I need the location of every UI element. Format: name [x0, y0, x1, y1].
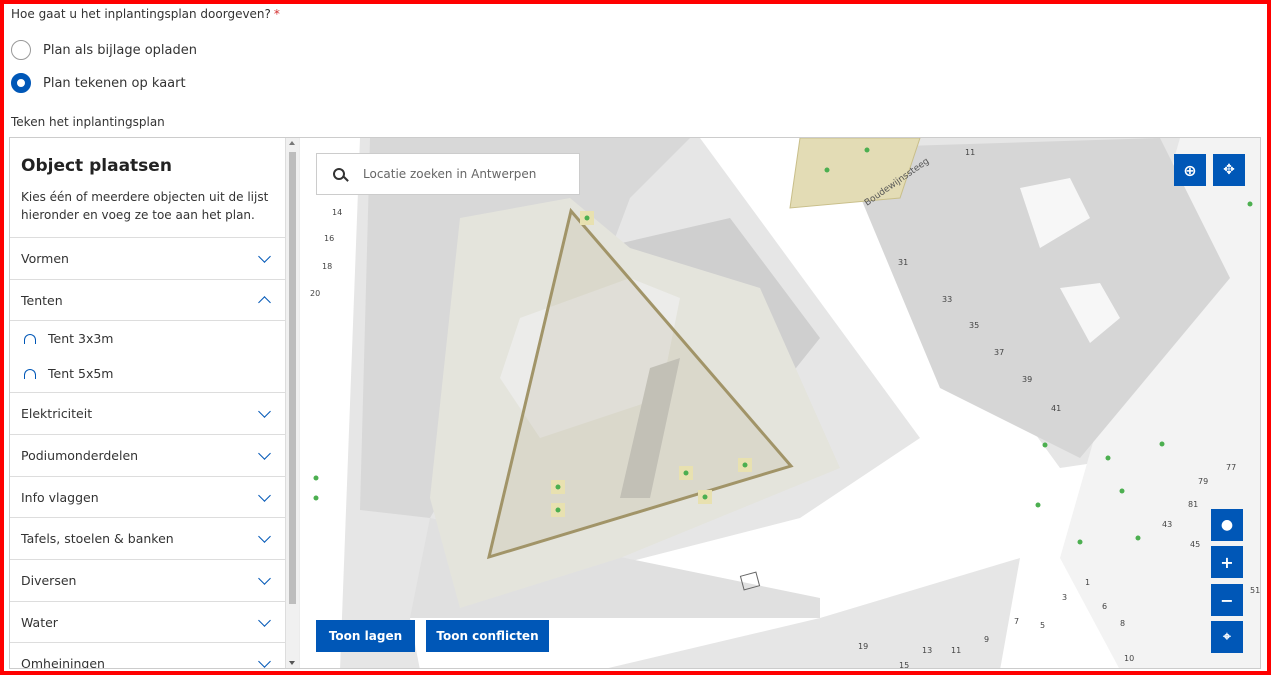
svg-text:6: 6 [1102, 602, 1107, 611]
svg-text:11: 11 [965, 148, 975, 157]
question-label: Hoe gaat u het inplantingsplan doorgeven… [11, 7, 280, 21]
draw-label: Teken het inplantingsplan [11, 115, 165, 129]
chevron-down-icon [258, 613, 271, 627]
fullscreen-icon[interactable]: ✥ [1213, 154, 1245, 186]
svg-text:15: 15 [899, 661, 909, 669]
tent-5x5-item[interactable]: Tent 5x5m [24, 366, 113, 381]
search-icon [333, 168, 345, 180]
globe-icon[interactable]: ● [1211, 509, 1243, 541]
category-info-vlaggen[interactable]: Info vlaggen [10, 476, 285, 517]
chevron-down-icon [258, 404, 271, 418]
category-label: Vormen [21, 250, 69, 266]
chevron-down-icon [258, 446, 271, 460]
svg-text:18: 18 [322, 262, 332, 271]
chevron-down-icon [258, 571, 271, 585]
show-conflicts-button[interactable]: Toon conflicten [426, 620, 549, 652]
svg-text:51: 51 [1250, 586, 1260, 595]
svg-text:11: 11 [951, 646, 961, 655]
scroll-thumb[interactable] [289, 152, 296, 604]
svg-text:33: 33 [942, 295, 952, 304]
svg-text:79: 79 [1198, 477, 1208, 486]
svg-text:16: 16 [324, 234, 334, 243]
chevron-down-icon [258, 529, 271, 543]
category-water[interactable]: Water [10, 601, 285, 642]
map-editor: Object plaatsen Kies één of meerdere obj… [9, 137, 1261, 669]
svg-text:10: 10 [1124, 654, 1134, 663]
location-search[interactable]: Locatie zoeken in Antwerpen [316, 153, 580, 195]
svg-text:19: 19 [858, 642, 868, 651]
minus-icon[interactable]: − [1211, 584, 1243, 616]
svg-text:5: 5 [1040, 621, 1045, 630]
chevron-down-icon [258, 249, 271, 263]
plus-icon[interactable]: + [1211, 546, 1243, 578]
category-label: Tenten [21, 292, 63, 308]
svg-text:1: 1 [1085, 578, 1090, 587]
chevron-down-icon [258, 654, 271, 668]
required-mark: * [273, 7, 280, 21]
svg-text:20: 20 [310, 289, 320, 298]
panel-scrollbar[interactable] [286, 138, 299, 668]
chevron-down-icon [258, 488, 271, 502]
tent-3x3-item[interactable]: Tent 3x3m [24, 331, 113, 346]
svg-text:39: 39 [1022, 375, 1032, 384]
category-elektriciteit[interactable]: Elektriciteit [10, 392, 285, 433]
radio-draw[interactable] [11, 73, 31, 93]
object-panel: Object plaatsen Kies één of meerdere obj… [10, 138, 286, 668]
option-draw[interactable]: Plan tekenen op kaart [11, 73, 186, 93]
category-omheiningen[interactable]: Omheiningen [10, 642, 285, 668]
panel-intro: Kies één of meerdere objecten uit de lij… [21, 190, 269, 222]
svg-text:9: 9 [984, 635, 989, 644]
radio-upload[interactable] [11, 40, 31, 60]
svg-text:14: 14 [332, 208, 342, 217]
tent-icon [24, 333, 36, 344]
svg-text:81: 81 [1188, 500, 1198, 509]
category-vormen[interactable]: Vormen [10, 237, 285, 278]
search-placeholder: Locatie zoeken in Antwerpen [363, 167, 537, 181]
svg-text:8: 8 [1120, 619, 1125, 628]
option-upload[interactable]: Plan als bijlage opladen [11, 40, 197, 60]
svg-text:3: 3 [1062, 593, 1067, 602]
scroll-up-icon[interactable] [289, 141, 295, 145]
svg-text:13: 13 [922, 646, 932, 655]
category-tafels[interactable]: Tafels, stoelen & banken [10, 517, 285, 558]
svg-text:35: 35 [969, 321, 979, 330]
svg-text:43: 43 [1162, 520, 1172, 529]
svg-text:77: 77 [1226, 463, 1236, 472]
locate-icon[interactable]: ⌖ [1211, 621, 1243, 653]
scroll-down-icon[interactable] [289, 661, 295, 665]
category-podiumonderdelen[interactable]: Podiumonderdelen [10, 434, 285, 475]
show-layers-button[interactable]: Toon lagen [316, 620, 415, 652]
chevron-up-icon [258, 295, 271, 309]
svg-text:31: 31 [898, 258, 908, 267]
svg-text:7: 7 [1014, 617, 1019, 626]
svg-text:37: 37 [994, 348, 1004, 357]
svg-text:41: 41 [1051, 404, 1061, 413]
panel-title: Object plaatsen [21, 156, 172, 176]
option-upload-label: Plan als bijlage opladen [43, 42, 197, 58]
map-canvas[interactable]: 14 16 18 20 11 31 33 35 37 39 41 77 79 8… [300, 138, 1260, 669]
category-tenten[interactable]: Tenten [10, 279, 285, 320]
zoom-search-icon[interactable]: ⊕ [1174, 154, 1206, 186]
svg-text:45: 45 [1190, 540, 1200, 549]
tent-icon [24, 368, 36, 379]
map-graphics: 14 16 18 20 11 31 33 35 37 39 41 77 79 8… [300, 138, 1260, 669]
category-diversen[interactable]: Diversen [10, 559, 285, 600]
option-draw-label: Plan tekenen op kaart [43, 75, 186, 91]
